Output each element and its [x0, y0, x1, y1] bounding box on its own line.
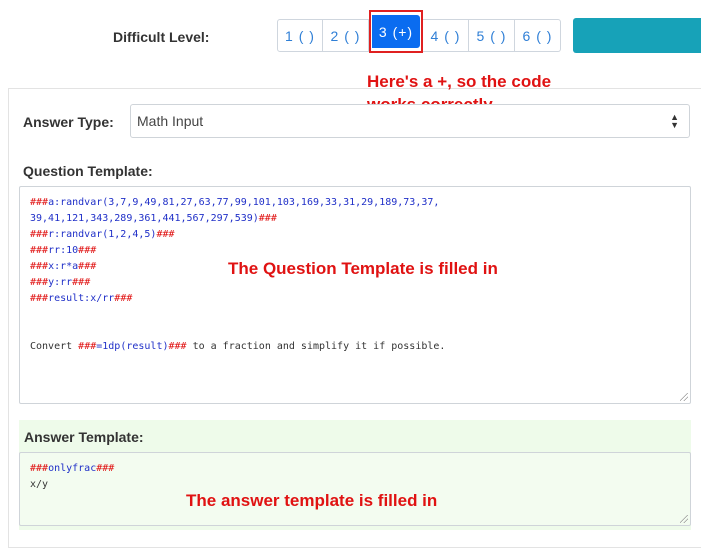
- question-template-line: ###result:x/rr###: [30, 293, 133, 304]
- question-template-line: [30, 323, 680, 339]
- resize-handle-icon[interactable]: [680, 515, 688, 523]
- level-3-button[interactable]: 3 (+): [372, 15, 420, 48]
- level-1-button[interactable]: 1 ( ): [277, 19, 323, 52]
- answer-type-value: Math Input: [137, 113, 204, 129]
- level-5-button[interactable]: 5 ( ): [469, 19, 515, 52]
- answer-template-line: ###onlyfrac###: [30, 463, 115, 474]
- level-4-button[interactable]: 4 ( ): [423, 19, 469, 52]
- question-template-line: 39,41,121,343,289,361,441,567,297,539)##…: [30, 213, 277, 224]
- question-template-label: Question Template:: [23, 163, 153, 179]
- answer-template-textarea[interactable]: ###onlyfrac### x/y: [19, 452, 691, 526]
- answer-type-select[interactable]: Math Input ▲ ▼: [130, 104, 690, 138]
- answer-annotation: The answer template is filled in: [186, 491, 438, 510]
- answer-type-label: Answer Type:: [23, 114, 114, 130]
- answer-template-content: ###onlyfrac### x/y: [30, 461, 680, 493]
- level-2-button[interactable]: 2 ( ): [323, 19, 369, 52]
- plus-annotation-line1: Here's a +, so the code: [367, 72, 552, 91]
- level-6-button[interactable]: 6 ( ): [515, 19, 561, 52]
- action-button[interactable]: [573, 18, 701, 53]
- question-template-line: ###a:randvar(3,7,9,49,81,27,63,77,99,101…: [30, 197, 440, 208]
- question-template-line: [30, 307, 680, 323]
- question-template-line: ###rr:10###: [30, 245, 97, 256]
- question-template-line: Convert ###=1dp(result)### to a fraction…: [30, 341, 446, 352]
- difficulty-level-group: 1 ( ) 2 ( ) 3 (+) 4 ( ) 5 ( ) 6 ( ): [277, 10, 561, 53]
- highlight-box: 3 (+): [369, 10, 423, 53]
- resize-handle-icon[interactable]: [680, 393, 688, 401]
- answer-template-label: Answer Template:: [24, 429, 144, 445]
- answer-template-section: Answer Template: ###onlyfrac### x/y: [19, 420, 691, 530]
- question-template-textarea[interactable]: ###a:randvar(3,7,9,49,81,27,63,77,99,101…: [19, 186, 691, 404]
- question-annotation: The Question Template is filled in: [228, 259, 498, 278]
- select-caret-icon: ▲ ▼: [670, 112, 679, 130]
- question-template-line: ###r:randvar(1,2,4,5)###: [30, 229, 175, 240]
- difficulty-label: Difficult Level:: [113, 29, 210, 45]
